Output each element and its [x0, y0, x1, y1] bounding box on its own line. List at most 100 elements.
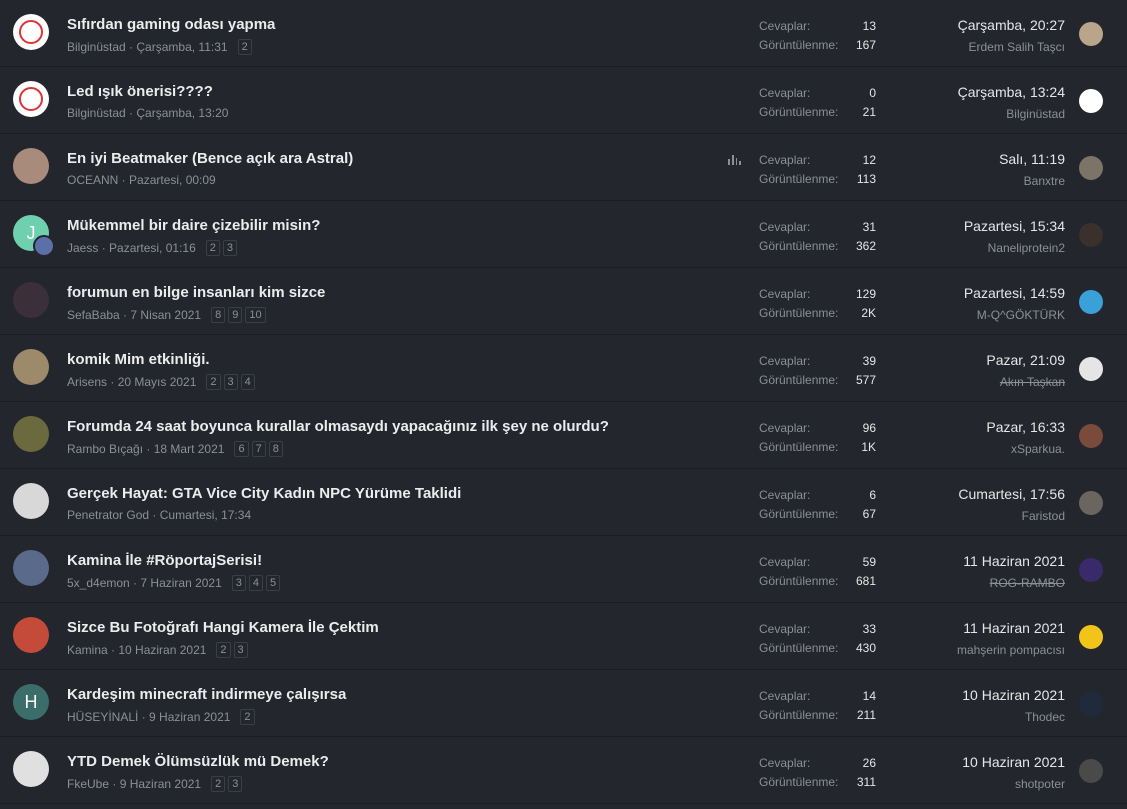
thread-author-link[interactable]: Jaess: [67, 241, 98, 255]
thread-title-link[interactable]: Forumda 24 saat boyunca kurallar olmasay…: [67, 418, 609, 435]
page-link[interactable]: 9: [228, 307, 243, 323]
last-poster-avatar[interactable]: [1079, 625, 1103, 649]
thread-author-link[interactable]: FkeUbe: [67, 777, 109, 791]
last-poster-avatar[interactable]: [1079, 692, 1103, 716]
thread-title-link[interactable]: Kamina İle #RöportajSerisi!: [67, 552, 262, 569]
page-link[interactable]: 4: [248, 575, 264, 591]
last-poster-avatar[interactable]: [1079, 759, 1103, 783]
page-link[interactable]: 5: [266, 575, 281, 591]
page-link[interactable]: 10: [245, 307, 266, 323]
thread-row[interactable]: Led ışık önerisi???? Bilginüstad · Çarşam…: [0, 67, 1127, 134]
thread-starter-avatar[interactable]: H: [13, 684, 49, 720]
last-post-date-link[interactable]: Pazar, 21:09: [986, 352, 1065, 368]
last-poster-link[interactable]: M-Q^GÖKTÜRK: [977, 308, 1065, 322]
thread-author-link[interactable]: Bilginüstad: [67, 106, 126, 120]
thread-start-date[interactable]: Çarşamba, 13:20: [136, 106, 228, 120]
page-link[interactable]: 6: [234, 441, 249, 457]
last-poster-avatar[interactable]: [1079, 558, 1103, 582]
page-link[interactable]: 2: [216, 642, 231, 658]
thread-starter-avatar[interactable]: [13, 81, 49, 117]
thread-title-link[interactable]: Sıfırdan gaming odası yapma: [67, 16, 275, 33]
last-poster-link[interactable]: Naneliprotein2: [988, 241, 1065, 255]
last-poster-avatar[interactable]: [1079, 22, 1103, 46]
thread-starter-avatar[interactable]: [13, 349, 49, 385]
thread-author-link[interactable]: HÜSEYİNALİ: [67, 710, 138, 724]
thread-row[interactable]: Kamina İle #RöportajSerisi! 5x_d4emon · 7…: [0, 536, 1127, 603]
thread-start-date[interactable]: Pazartesi, 01:16: [109, 241, 196, 255]
thread-start-date[interactable]: 7 Nisan 2021: [130, 308, 201, 322]
thread-start-date[interactable]: 7 Haziran 2021: [140, 576, 221, 590]
last-post-date-link[interactable]: 10 Haziran 2021: [962, 687, 1065, 703]
last-post-date-link[interactable]: 10 Haziran 2021: [962, 754, 1065, 770]
thread-starter-avatar[interactable]: [13, 751, 49, 787]
page-link[interactable]: 7: [251, 441, 266, 457]
last-poster-link[interactable]: Akın Taşkan: [1000, 375, 1065, 389]
thread-author-link[interactable]: Rambo Bıçağı: [67, 442, 143, 456]
last-post-date-link[interactable]: Salı, 11:19: [999, 151, 1065, 167]
thread-row[interactable]: J Mükemmel bir daire çizebilir misin? Jaes…: [0, 201, 1127, 268]
page-link[interactable]: 2: [237, 39, 252, 55]
thread-title-link[interactable]: YTD Demek Ölümsüzlük mü Demek?: [67, 753, 329, 770]
last-poster-link[interactable]: Bilginüstad: [1006, 107, 1065, 121]
page-link[interactable]: 2: [205, 240, 220, 256]
thread-title-link[interactable]: Gerçek Hayat: GTA Vice City Kadın NPC Yü…: [67, 485, 461, 502]
thread-row[interactable]: Sıfırdan gaming odası yapma Bilginüstad ·…: [0, 0, 1127, 67]
thread-starter-avatar[interactable]: [13, 617, 49, 653]
last-post-date-link[interactable]: Pazartesi, 15:34: [964, 218, 1065, 234]
thread-author-link[interactable]: Arisens: [67, 375, 107, 389]
thread-start-date[interactable]: 9 Haziran 2021: [120, 777, 201, 791]
page-link[interactable]: 8: [211, 307, 226, 323]
page-link[interactable]: 4: [240, 374, 255, 390]
thread-title-link[interactable]: Kardeşim minecraft indirmeye çalışırsa: [67, 686, 346, 703]
last-poster-link[interactable]: xSparkua.: [1011, 442, 1065, 456]
thread-title-link[interactable]: Sizce Bu Fotoğrafı Hangi Kamera İle Çekt…: [67, 619, 379, 636]
last-poster-avatar[interactable]: [1079, 89, 1103, 113]
last-poster-link[interactable]: Faristod: [1022, 509, 1065, 523]
thread-author-link[interactable]: SefaBaba: [67, 308, 120, 322]
thread-author-link[interactable]: OCEANN: [67, 173, 118, 187]
page-link[interactable]: 3: [223, 374, 238, 390]
thread-starter-avatar[interactable]: [13, 550, 49, 586]
thread-title-link[interactable]: Led ışık önerisi????: [67, 83, 213, 100]
last-post-date-link[interactable]: Cumartesi, 17:56: [958, 486, 1065, 502]
last-post-date-link[interactable]: 11 Haziran 2021: [963, 553, 1065, 569]
last-poster-link[interactable]: ROG-RAMBO: [990, 576, 1065, 590]
thread-row[interactable]: Forumda 24 saat boyunca kurallar olmasay…: [0, 402, 1127, 469]
thread-row[interactable]: YTD Demek Ölümsüzlük mü Demek? FkeUbe · 9…: [0, 737, 1127, 804]
thread-starter-avatar[interactable]: [13, 148, 49, 184]
page-link[interactable]: 3: [222, 240, 237, 256]
page-link[interactable]: 2: [206, 374, 221, 390]
thread-start-date[interactable]: 18 Mart 2021: [154, 442, 225, 456]
last-poster-avatar[interactable]: [1079, 424, 1103, 448]
last-post-date-link[interactable]: 11 Haziran 2021: [963, 620, 1065, 636]
thread-row[interactable]: komik Mim etkinliği. Arisens · 20 Mayıs 2…: [0, 335, 1127, 402]
thread-row[interactable]: Gerçek Hayat: GTA Vice City Kadın NPC Yü…: [0, 469, 1127, 536]
last-post-date-link[interactable]: Pazar, 16:33: [986, 419, 1065, 435]
last-poster-link[interactable]: shotpoter: [1015, 777, 1065, 791]
thread-author-link[interactable]: Bilginüstad: [67, 40, 126, 54]
last-poster-link[interactable]: Banxtre: [1024, 174, 1065, 188]
thread-start-date[interactable]: Pazartesi, 00:09: [129, 173, 216, 187]
last-poster-link[interactable]: mahşerin pompacısı: [957, 643, 1065, 657]
last-poster-avatar[interactable]: [1079, 290, 1103, 314]
thread-starter-avatar[interactable]: [13, 282, 49, 318]
thread-starter-avatar[interactable]: [13, 416, 49, 452]
thread-start-date[interactable]: Çarşamba, 11:31: [136, 40, 227, 54]
last-post-date-link[interactable]: Çarşamba, 20:27: [958, 17, 1065, 33]
page-link[interactable]: 3: [228, 776, 243, 792]
thread-author-link[interactable]: 5x_d4emon: [67, 576, 130, 590]
last-poster-link[interactable]: Thodec: [1025, 710, 1065, 724]
last-poster-avatar[interactable]: [1079, 156, 1103, 180]
last-poster-mini-avatar[interactable]: [33, 235, 55, 257]
thread-author-link[interactable]: Kamina: [67, 643, 108, 657]
last-poster-link[interactable]: Erdem Salih Taşcı: [969, 40, 1066, 54]
last-post-date-link[interactable]: Pazartesi, 14:59: [964, 285, 1065, 301]
thread-start-date[interactable]: 9 Haziran 2021: [149, 710, 230, 724]
thread-author-link[interactable]: Penetrator God: [67, 508, 149, 522]
thread-start-date[interactable]: Cumartesi, 17:34: [160, 508, 251, 522]
thread-title-link[interactable]: En iyi Beatmaker (Bence açık ara Astral): [67, 150, 353, 167]
page-link[interactable]: 8: [268, 441, 283, 457]
thread-row[interactable]: En iyi Beatmaker (Bence açık ara Astral)…: [0, 134, 1127, 201]
thread-row[interactable]: H Kardeşim minecraft indirmeye çalışırsa H…: [0, 670, 1127, 737]
thread-starter-avatar[interactable]: [13, 14, 49, 50]
